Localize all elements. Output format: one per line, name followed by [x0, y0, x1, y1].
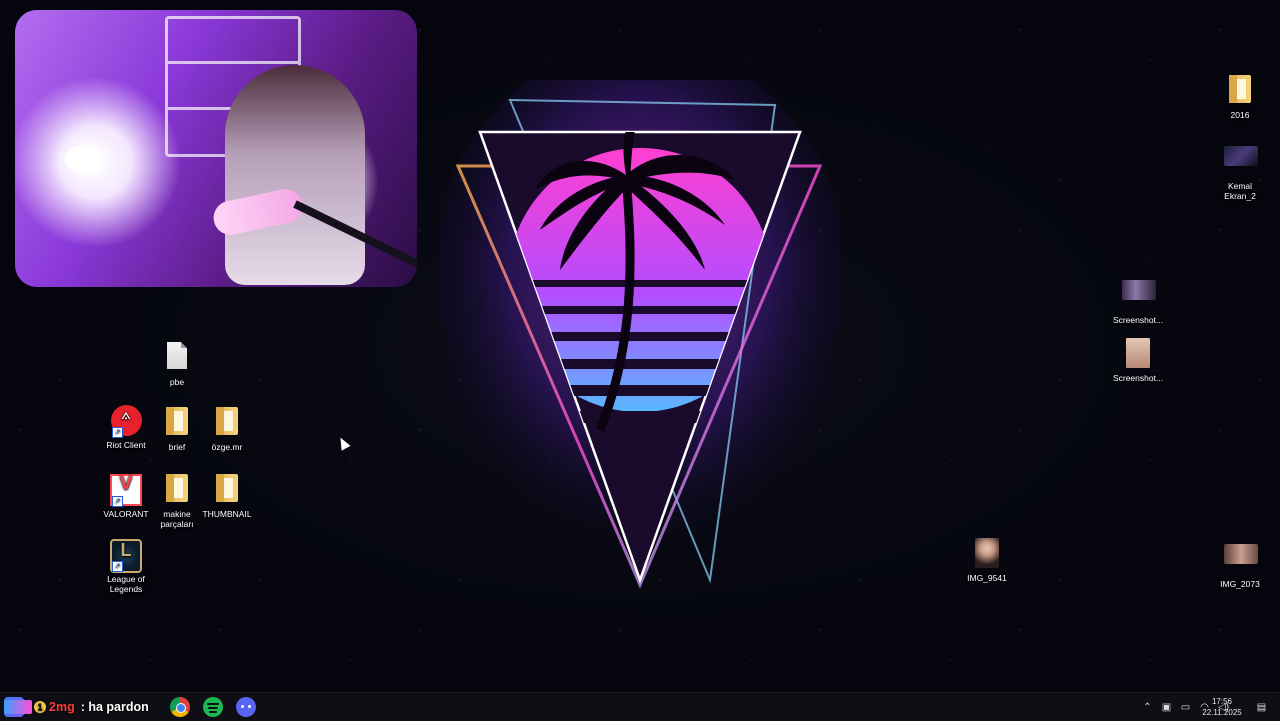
desktop-icon-label: parçaları [160, 519, 194, 529]
folder-icon [211, 474, 243, 506]
desktop-icon-pbe[interactable]: pbe [141, 340, 213, 387]
desktop-icon-label: IMG_9541 [967, 573, 1007, 583]
discord-icon[interactable] [236, 697, 256, 717]
league-of-legends-icon: ↗ [110, 539, 142, 573]
desktop-icon-img-2073[interactable]: IMG_2073 [1204, 538, 1276, 589]
webcam-streamer [225, 65, 365, 285]
image-thumbnail-icon [971, 538, 1003, 570]
webcam-overlay [15, 10, 417, 287]
riot-client-icon: ↗ [110, 405, 142, 438]
desktop-icon-label: pbe [169, 377, 185, 387]
display-icon[interactable]: ▭ [1180, 702, 1191, 713]
desktop-icon-league-of-legends[interactable]: ↗ League of Legends [90, 538, 162, 594]
folder-icon [211, 407, 243, 439]
desktop-icon-label: özge.mr [211, 442, 243, 452]
desktop-icon-label: Screenshot... [1112, 315, 1164, 325]
chat-badge-count: 1 [34, 700, 46, 713]
desktop-icon-label: Legends [109, 584, 143, 594]
notification-area: ▤ [1252, 693, 1271, 721]
desktop[interactable]: pbe ↗ Riot Client brief özge.mr ↗ VALORA… [0, 0, 1280, 692]
desktop-icon-label: Kemal [1227, 181, 1253, 191]
chrome-icon[interactable] [170, 697, 190, 717]
chat-badge-icon [4, 699, 32, 714]
file-icon [161, 342, 193, 374]
desktop-icon-screenshot-1[interactable]: Screenshot... [1102, 274, 1174, 325]
desktop-icon-img-9541[interactable]: IMG_9541 [951, 538, 1023, 583]
clock-time: 17:56 [1211, 697, 1233, 706]
video-thumbnail-icon [1224, 146, 1258, 178]
desktop-icon-label: Ekran_2 [1224, 191, 1256, 201]
folder-icon [161, 474, 193, 506]
chat-username: 2mg [49, 699, 75, 714]
image-thumbnail-icon [1224, 544, 1258, 576]
network-icon[interactable]: ▣ [1161, 702, 1172, 713]
desktop-icon-label: THUMBNAIL [202, 509, 252, 519]
folder-icon [1224, 75, 1256, 107]
image-thumbnail-icon [1122, 338, 1154, 370]
desktop-icon-screenshot-2[interactable]: Screenshot... [1102, 338, 1174, 383]
chat-overlay: 1 2mg : ha pardon [0, 693, 149, 720]
folder-icon [161, 407, 193, 439]
chat-message: : ha pardon [80, 699, 149, 714]
desktop-icon-label: IMG_2073 [1220, 579, 1260, 589]
chevron-up-icon[interactable]: ⌃ [1142, 702, 1153, 713]
notification-icon[interactable]: ▤ [1256, 702, 1267, 713]
desktop-icon-label: 2016 [1230, 110, 1250, 120]
image-thumbnail-icon [1122, 280, 1156, 312]
valorant-icon: ↗ [110, 474, 142, 507]
mouse-cursor-icon [336, 435, 351, 451]
desktop-icon-thumbnail[interactable]: THUMBNAIL [191, 472, 263, 519]
taskbar-clock[interactable]: 17:56 22.11.2025 [1196, 696, 1248, 718]
clock-date: 22.11.2025 [1202, 708, 1242, 717]
spotify-icon[interactable] [203, 697, 223, 717]
wallpaper-palm-triangle [440, 80, 840, 600]
desktop-icon-kemal-ekran[interactable]: Kemal Ekran_2 [1204, 140, 1276, 201]
desktop-icon-2016[interactable]: 2016 [1204, 73, 1276, 120]
desktop-icon-ozge[interactable]: özge.mr [191, 405, 263, 452]
webcam-lamp [65, 145, 103, 173]
taskbar: ⌃ ▣ ▭ ◠ ◁) 17:56 22.11.2025 ▤ [0, 692, 1280, 721]
desktop-icon-label: Screenshot... [1112, 373, 1164, 383]
desktop-icon-label: League of [107, 574, 145, 584]
